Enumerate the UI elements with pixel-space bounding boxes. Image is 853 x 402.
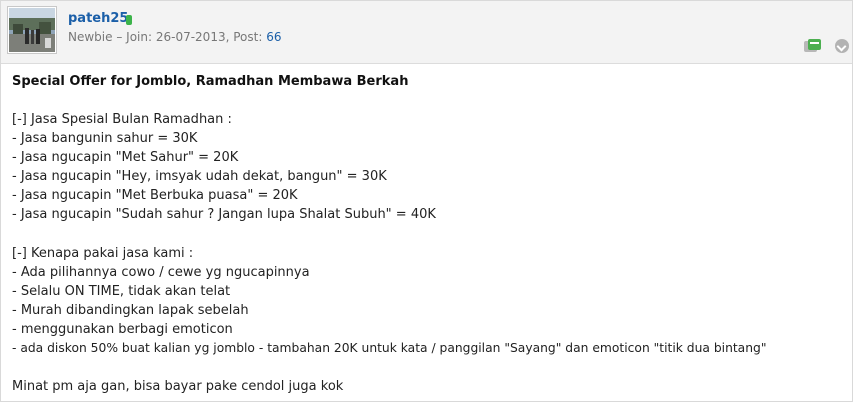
avatar-photo [9,8,55,52]
post-count-link[interactable]: 66 [266,30,281,44]
section-heading: [-] Kenapa pakai jasa kami : [12,245,194,261]
join-info: Join: 26-07-2013, Post: [126,30,263,44]
user-rank: Newbie [68,30,113,44]
online-status-icon [126,15,132,25]
post-title: Special Offer for Jomblo, Ramadhan Memba… [12,74,409,89]
list-item: - ada diskon 50% buat kalian yg jomblo -… [12,341,767,356]
list-item: - Selalu ON TIME, tidak akan telat [12,283,231,299]
closing-text: Minat pm aja gan, bisa bayar pake cendol… [12,379,344,395]
avatar[interactable] [7,6,57,54]
user-meta: Newbie – Join: 26-07-2013, Post: 66 [68,30,281,44]
list-item: - menggunakan berbagi emoticon [12,322,233,338]
list-item: - Jasa ngucapin "Met Berbuka puasa" = 20… [12,188,298,204]
list-item: - Jasa ngucapin "Met Sahur" = 20K [12,150,239,166]
more-options-icon[interactable] [835,39,849,53]
section-heading: [-] Jasa Spesial Bulan Ramadhan : [12,112,232,127]
post-header: pateh25 Newbie – Join: 26-07-2013, Post:… [1,1,852,64]
reputation-icon[interactable] [804,39,824,53]
list-item: - Murah dibandingkan lapak sebelah [12,302,249,318]
forum-post: pateh25 Newbie – Join: 26-07-2013, Post:… [0,0,853,402]
post-body: Special Offer for Jomblo, Ramadhan Memba… [12,73,842,396]
list-item: - Ada pilihannya cowo / cewe yg ngucapin… [12,264,310,280]
username-link[interactable]: pateh25 [68,11,128,26]
list-item: - Jasa bangunin sahur = 30K [12,131,198,147]
list-item: - Jasa ngucapin "Hey, imsyak udah dekat,… [12,169,387,185]
meta-separator: – [116,30,123,44]
list-item: - Jasa ngucapin "Sudah sahur ? Jangan lu… [12,207,436,223]
